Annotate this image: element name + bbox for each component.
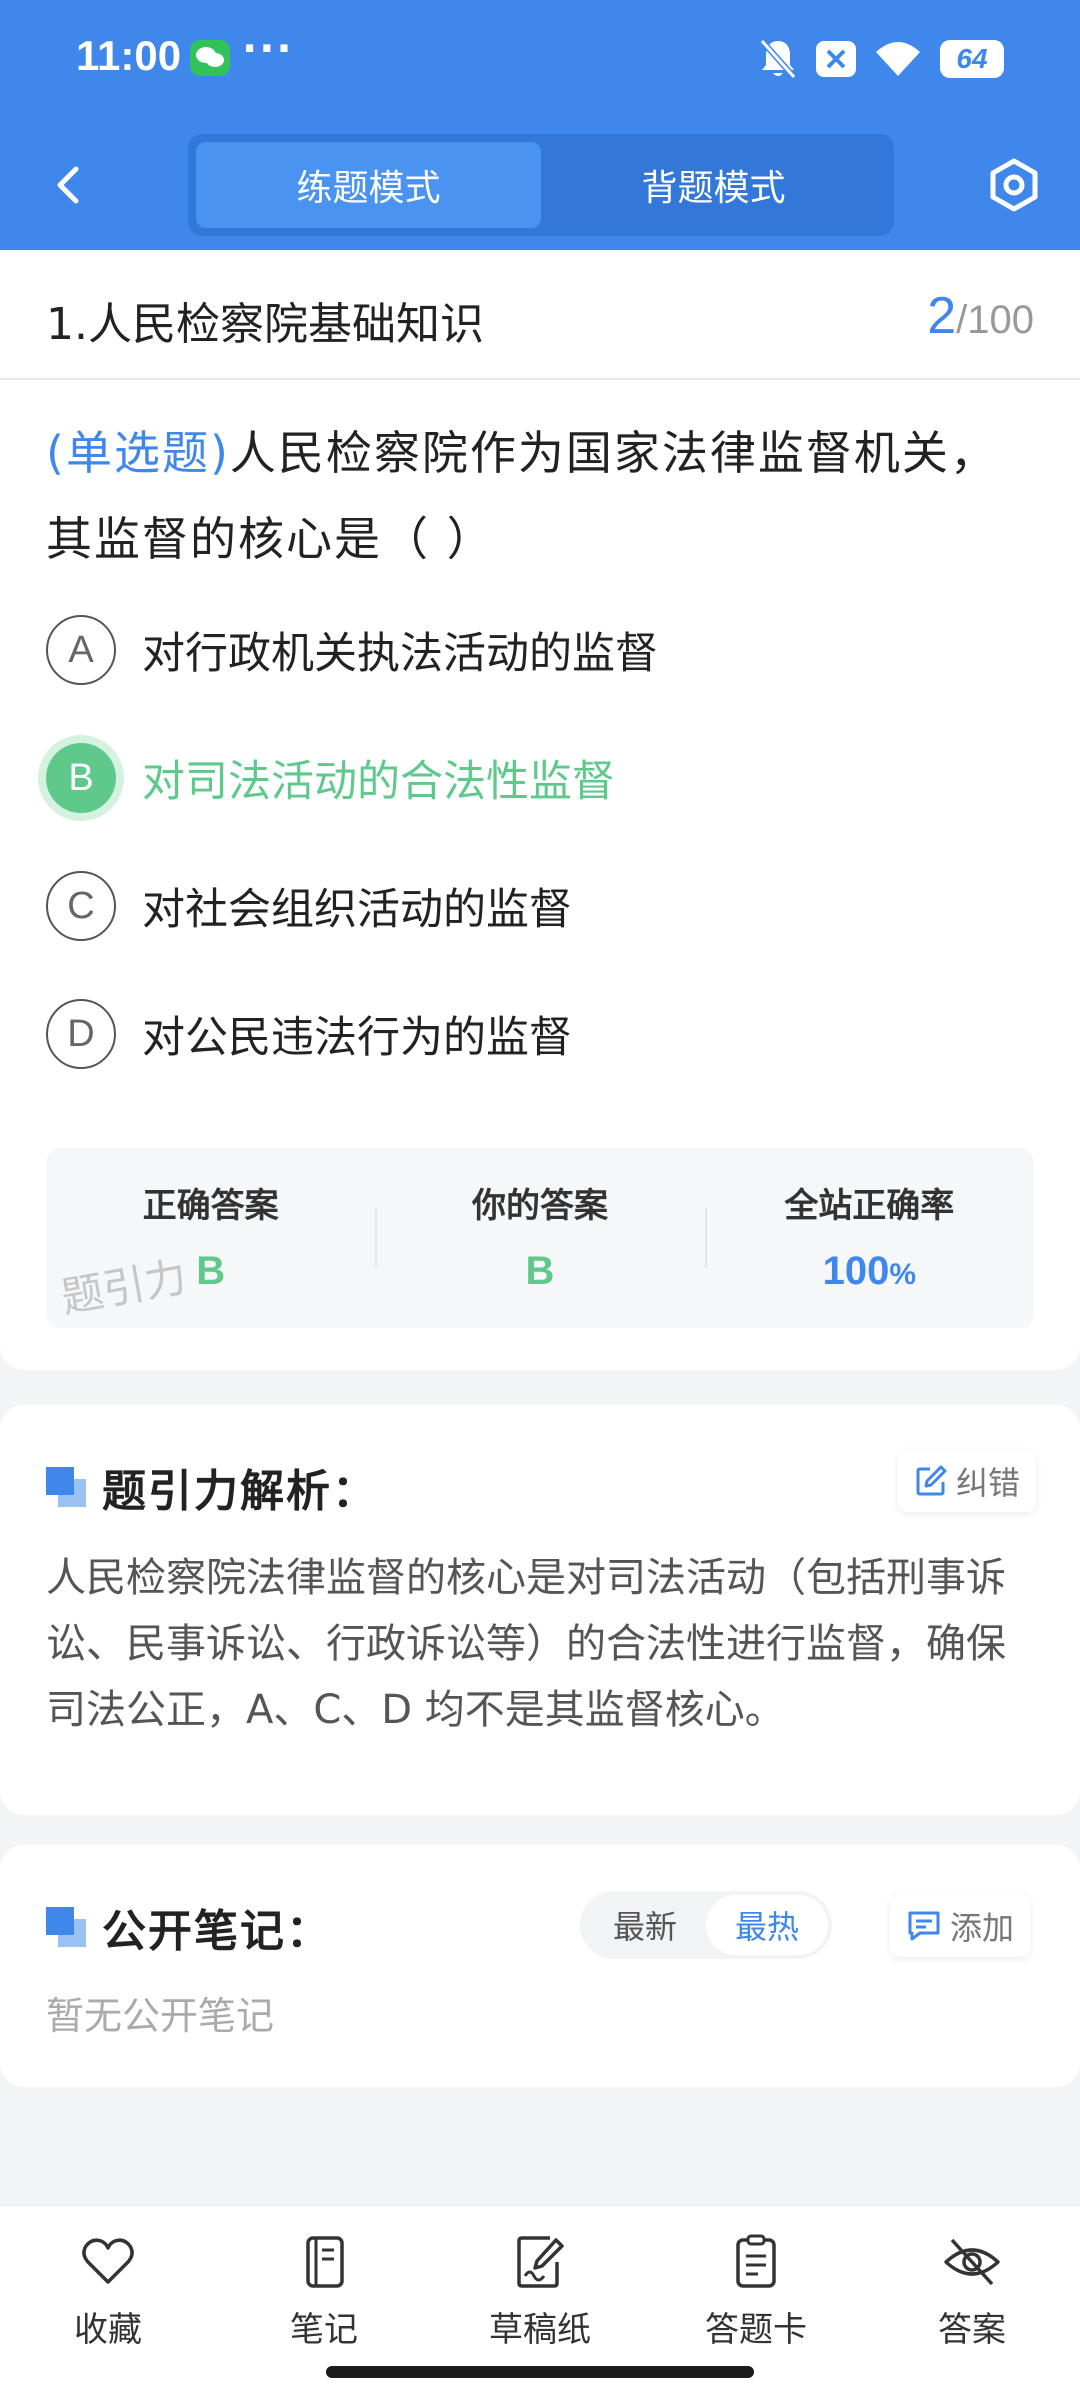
option-c[interactable]: C 对社会组织活动的监督 — [46, 871, 1036, 941]
analysis-text: 人民检察院法律监督的核心是对司法活动（包括刑事诉讼、民事诉讼、行政诉讼等）的合法… — [46, 1555, 1006, 1733]
home-indicator[interactable] — [326, 2366, 754, 2378]
notes-card: 公开笔记： 最新 最热 添加 暂无公开笔记 — [0, 1845, 1080, 2087]
your-answer-value: B — [525, 1249, 555, 1293]
mode-switch: 练题模式 背题模式 — [188, 134, 894, 236]
correct-rate-value: 100% — [705, 1249, 1034, 1294]
notes-sort-toggle: 最新 最热 — [580, 1891, 832, 1959]
option-text: 对公民违法行为的监督 — [142, 1013, 572, 1063]
option-letter: A — [46, 615, 116, 685]
system-icons: 64 — [758, 34, 1004, 84]
draft-icon — [517, 2236, 564, 2288]
more-notifications-icon: ··· — [242, 26, 294, 72]
answer-stats: 正确答案 B 你的答案 B 全站正确率 100% — [46, 1148, 1034, 1328]
add-note-button[interactable]: 添加 — [890, 1895, 1031, 1957]
option-letter: B — [46, 743, 116, 813]
nav-bar: 练题模式 背题模式 — [0, 120, 1080, 250]
wechat-icon — [190, 40, 230, 76]
stat-label: 正确答案 — [142, 1186, 279, 1226]
section-title: 1.人民检察院基础知识 — [46, 299, 484, 350]
empty-notes-text: 暂无公开笔记 — [46, 1994, 275, 2038]
notes-label: 笔记 — [290, 2310, 358, 2350]
tab-practice-mode[interactable]: 练题模式 — [196, 142, 541, 228]
comment-icon — [908, 1911, 940, 1941]
options-list: A 对行政机关执法活动的监督 B 对司法活动的合法性监督 C 对社会组织活动的监… — [46, 615, 1036, 1127]
app-header: 11:00 ··· 64 练题模式 背题模式 — [0, 0, 1080, 250]
favorite-button[interactable]: 收藏 — [0, 2206, 216, 2400]
notebook-icon — [306, 2236, 344, 2288]
option-a[interactable]: A 对行政机关执法活动的监督 — [46, 615, 1036, 685]
analysis-header: 题引力解析： — [46, 1455, 378, 1519]
add-note-label: 添加 — [950, 1909, 1015, 1947]
rate-unit: % — [889, 1258, 917, 1291]
stat-label: 全站正确率 — [784, 1186, 955, 1226]
question-title-row: 1.人民检察院基础知识 2/100 — [0, 250, 1080, 380]
analysis-card: 题引力解析： 纠错 人民检察院法律监督的核心是对司法活动（包括刑事诉讼、民事诉讼… — [0, 1405, 1080, 1815]
option-letter: D — [46, 999, 116, 1069]
eye-off-icon — [944, 2238, 1000, 2286]
option-text: 对司法活动的合法性监督 — [142, 757, 615, 807]
option-b[interactable]: B 对司法活动的合法性监督 — [46, 743, 1036, 813]
heart-icon — [82, 2238, 134, 2284]
sort-newest[interactable]: 最新 — [584, 1895, 706, 1955]
section-mark-icon — [46, 1907, 86, 1947]
stat-your-answer: 你的答案 B — [375, 1148, 704, 1328]
no-sim-icon — [816, 41, 856, 77]
question-text: (单选题)人民检察院作为国家法律监督机关，其监督的核心是（ ） — [46, 410, 1036, 582]
tab-memorize-mode[interactable]: 背题模式 — [541, 142, 886, 228]
question-type: (单选题) — [46, 426, 230, 480]
answer-card-label: 答题卡 — [705, 2310, 807, 2350]
report-error-button[interactable]: 纠错 — [898, 1450, 1037, 1512]
settings-icon[interactable] — [984, 155, 1044, 215]
analysis-title: 题引力解析： — [102, 1466, 378, 1517]
status-time: 11:00 — [76, 32, 182, 79]
current-question-number: 2 — [927, 287, 957, 345]
draft-label: 草稿纸 — [489, 2310, 591, 2350]
stat-label: 你的答案 — [471, 1186, 608, 1226]
option-letter: C — [46, 871, 116, 941]
option-text: 对社会组织活动的监督 — [142, 885, 572, 935]
option-d[interactable]: D 对公民违法行为的监督 — [46, 999, 1036, 1069]
edit-icon — [916, 1465, 947, 1496]
question-card: 1.人民检察院基础知识 2/100 (单选题)人民检察院作为国家法律监督机关，其… — [0, 250, 1080, 1370]
answer-toggle-label: 答案 — [938, 2310, 1006, 2350]
wifi-icon — [876, 42, 920, 76]
back-icon[interactable] — [40, 155, 100, 215]
answer-card-icon — [736, 2234, 776, 2288]
report-error-label: 纠错 — [956, 1464, 1021, 1502]
sort-hottest[interactable]: 最热 — [706, 1895, 828, 1955]
section-mark-icon — [46, 1467, 86, 1507]
total-questions: /100 — [956, 298, 1034, 342]
battery-icon: 64 — [940, 40, 1004, 78]
rate-number: 100 — [822, 1249, 890, 1293]
answer-toggle-button[interactable]: 答案 — [864, 2206, 1080, 2400]
notes-header: 公开笔记： — [46, 1895, 332, 1959]
bell-muted-icon — [759, 39, 797, 79]
question-progress: 2/100 — [927, 286, 1034, 346]
option-text: 对行政机关执法活动的监督 — [142, 629, 658, 679]
status-bar: 11:00 ··· 64 — [0, 0, 1080, 120]
notes-title: 公开笔记： — [102, 1906, 332, 1957]
stat-correct-rate: 全站正确率 100% — [704, 1148, 1034, 1328]
favorite-label: 收藏 — [74, 2310, 142, 2350]
